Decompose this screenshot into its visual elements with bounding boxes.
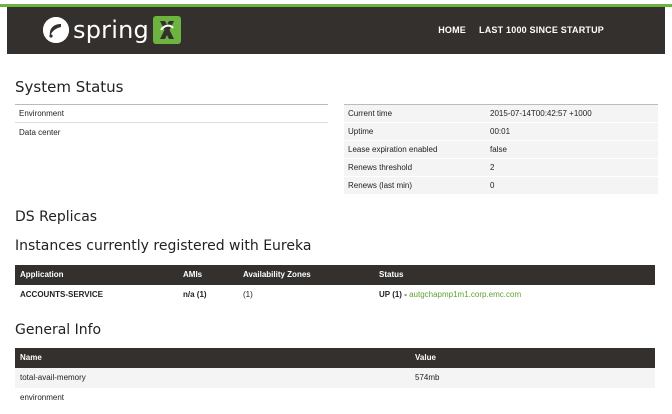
brand-name: spring: [73, 16, 149, 44]
status-key: Current time: [348, 109, 393, 118]
status-cell: UP (1) - autgchapmp1m1.corp.emc.com: [379, 285, 521, 305]
brand-logo[interactable]: spring: [43, 14, 181, 46]
system-status-right-table: Current time 2015-07-14T00:42:57 +1000 Up…: [344, 104, 658, 195]
info-value: 574mb: [415, 373, 440, 382]
status-key: Lease expiration enabled: [348, 145, 438, 154]
zones-value: (1): [243, 290, 253, 299]
env-row: Environment: [15, 105, 328, 123]
status-row: Current time 2015-07-14T00:42:57 +1000: [344, 105, 658, 123]
nav-home-link[interactable]: HOME: [438, 25, 466, 35]
status-value: 0: [490, 181, 495, 190]
info-name: environment: [20, 393, 65, 402]
instances-table-header: Application AMIs Availability Zones Stat…: [15, 265, 655, 285]
status-value: false: [490, 145, 507, 154]
general-info-header: Name Value: [15, 348, 655, 368]
table-row: environment: [15, 388, 655, 408]
status-key: Renews threshold: [348, 163, 413, 172]
navbar: spring HOME LAST 1000 SINCE STARTUP: [7, 7, 665, 54]
status-value: 2: [490, 163, 495, 172]
col-application: Application: [20, 270, 64, 279]
status-value: 00:01: [490, 127, 511, 136]
col-amis: AMIs: [183, 270, 203, 279]
nav-last1000-link[interactable]: LAST 1000 SINCE STARTUP: [479, 25, 604, 35]
app-name: ACCOUNTS-SERVICE: [20, 290, 103, 299]
status-value: 2015-07-14T00:42:57 +1000: [490, 109, 592, 118]
system-status-title: System Status: [15, 78, 124, 96]
status-row: Lease expiration enabled false: [344, 141, 658, 159]
table-row: ACCOUNTS-SERVICE n/a (1) (1) UP (1) - au…: [15, 285, 655, 305]
instances-title: Instances currently registered with Eure…: [15, 238, 312, 254]
status-row: Renews (last min) 0: [344, 177, 658, 195]
system-status-left-table: Environment Data center: [15, 104, 328, 141]
instances-table: Application AMIs Availability Zones Stat…: [15, 265, 655, 305]
info-name: total-avail-memory: [20, 373, 86, 382]
ds-replicas-title: DS Replicas: [15, 209, 98, 225]
datacenter-label: Data center: [19, 127, 61, 137]
col-status: Status: [379, 270, 404, 279]
spring-x-icon: [152, 16, 181, 44]
general-info-table: Name Value total-avail-memory 574mb envi…: [15, 348, 655, 408]
col-name: Name: [20, 353, 42, 362]
col-value: Value: [415, 353, 436, 362]
table-row: total-avail-memory 574mb: [15, 368, 655, 388]
status-key: Uptime: [348, 127, 374, 136]
datacenter-row: Data center: [15, 123, 328, 141]
instance-link[interactable]: autgchapmp1m1.corp.emc.com: [409, 290, 521, 299]
spring-leaf-icon: [43, 17, 69, 43]
col-zones: Availability Zones: [243, 270, 311, 279]
status-row: Renews threshold 2: [344, 159, 658, 177]
amis-value: n/a (1): [183, 290, 207, 299]
status-prefix: UP (1) -: [379, 290, 410, 299]
status-key: Renews (last min): [348, 181, 413, 190]
top-accent-strip: [0, 0, 672, 7]
general-info-title: General Info: [15, 322, 102, 338]
env-label: Environment: [19, 109, 64, 118]
status-row: Uptime 00:01: [344, 123, 658, 141]
